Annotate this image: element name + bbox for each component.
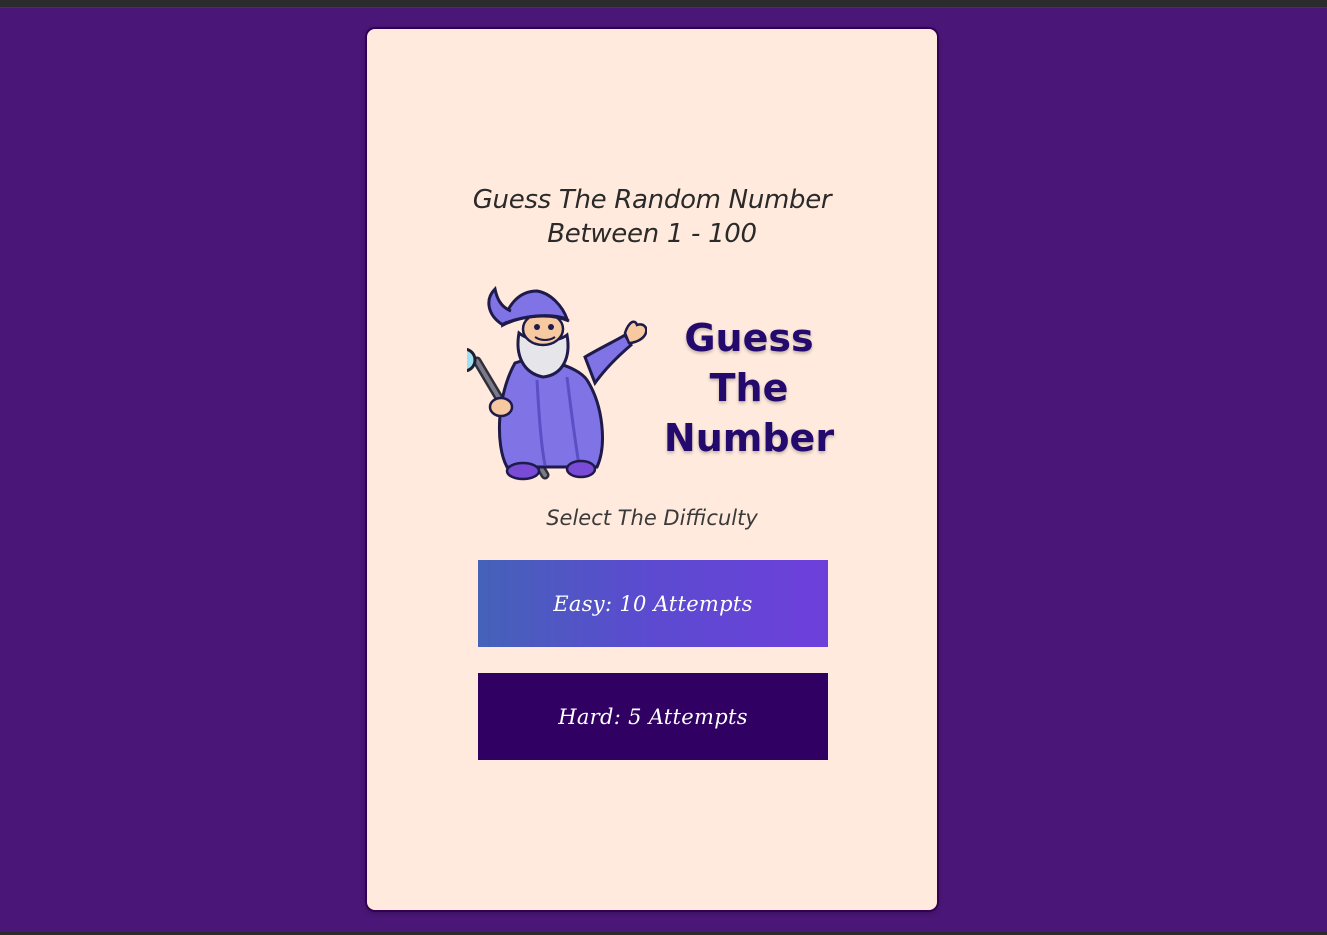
hero-section: Guess The Number (467, 285, 847, 490)
subtitle-line-2: Between 1 - 100 (547, 219, 757, 249)
game-title: Guess The Number (653, 313, 845, 463)
title-line-3: Number (663, 416, 835, 460)
difficulty-prompt: Select The Difficulty (546, 506, 758, 530)
game-card: Guess The Random Number Between 1 - 100 (367, 29, 937, 910)
wizard-mascot-icon (467, 285, 647, 481)
browser-top-strip (0, 0, 1327, 8)
hard-difficulty-button[interactable]: Hard: 5 Attempts (478, 673, 828, 760)
subtitle-line-1: Guess The Random Number (472, 185, 832, 215)
easy-difficulty-button[interactable]: Easy: 10 Attempts (478, 560, 828, 647)
title-line-1: Guess (684, 316, 814, 360)
title-line-2: The (709, 366, 789, 410)
game-subtitle: Guess The Random Number Between 1 - 100 (367, 183, 937, 251)
